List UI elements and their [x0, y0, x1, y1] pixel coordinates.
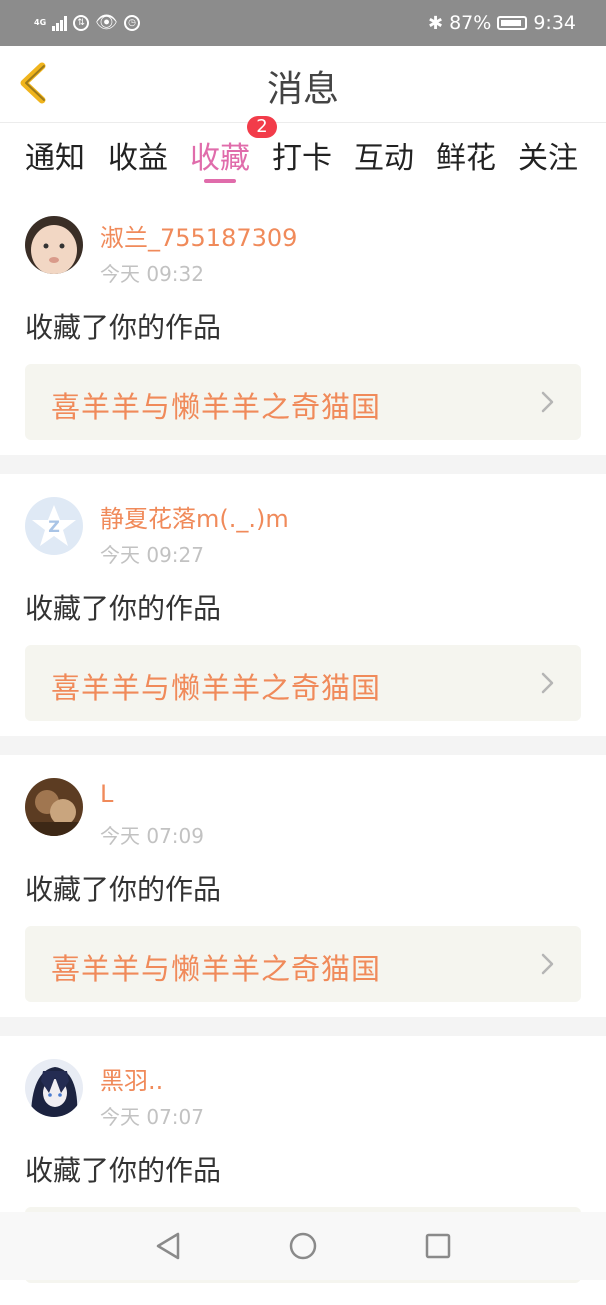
- square-recent-icon[interactable]: [418, 1228, 458, 1264]
- work-link[interactable]: 喜羊羊与懒羊羊之奇猫国: [25, 926, 581, 1002]
- message-text: 收藏了你的作品: [25, 592, 222, 625]
- work-title: 喜羊羊与懒羊羊之奇猫国: [51, 952, 382, 986]
- chevron-right-icon: [541, 953, 554, 975]
- message-card: 淑兰_755187309 今天 09:32 收藏了你的作品 喜羊羊与懒羊羊之奇猫…: [0, 200, 606, 462]
- message-time: 今天 09:32: [100, 262, 204, 286]
- avatar[interactable]: Z: [25, 497, 83, 555]
- triangle-back-icon[interactable]: [150, 1228, 190, 1264]
- user-avatar-image: [25, 778, 83, 836]
- tab-flowers[interactable]: 鲜花: [425, 133, 507, 177]
- favorites-badge: 2: [247, 116, 277, 138]
- username[interactable]: 静夏花落m(._.)m: [100, 499, 289, 534]
- chevron-right-icon: [541, 391, 554, 413]
- tab-earnings[interactable]: 收益: [97, 133, 179, 177]
- battery-percent: 87%: [449, 12, 492, 34]
- status-bar-left: 4G ⇅ 👁 ◷: [34, 12, 140, 33]
- tab-interactions[interactable]: 互动: [343, 133, 425, 177]
- circle-home-icon[interactable]: [283, 1228, 323, 1264]
- avatar[interactable]: [25, 216, 83, 274]
- message-time: 今天 09:27: [100, 543, 204, 567]
- signal-icon: [52, 15, 68, 31]
- card-divider: [0, 455, 606, 474]
- user-avatar-image: [25, 1059, 83, 1117]
- header: 消息: [0, 46, 606, 123]
- message-text: 收藏了你的作品: [25, 873, 222, 906]
- page-title: 消息: [266, 69, 339, 110]
- svg-text:Z: Z: [48, 517, 60, 536]
- message-time: 今天 07:09: [100, 824, 204, 848]
- bluetooth-icon: ✱: [428, 12, 444, 34]
- message-text: 收藏了你的作品: [25, 1154, 222, 1187]
- clock-time: 9:34: [533, 12, 576, 34]
- default-avatar-icon: Z: [25, 497, 83, 555]
- work-title: 喜羊羊与懒羊羊之奇猫国: [51, 390, 382, 424]
- username[interactable]: L: [100, 780, 113, 808]
- alarm-icon: ◷: [124, 14, 140, 31]
- message-card: Z 静夏花落m(._.)m 今天 09:27 收藏了你的作品 喜羊羊与懒羊羊之奇…: [0, 481, 606, 743]
- work-title: 喜羊羊与懒羊羊之奇猫国: [51, 671, 382, 705]
- avatar[interactable]: [25, 1059, 83, 1117]
- data-saver-icon: ⇅: [73, 14, 90, 31]
- chevron-right-icon: [541, 672, 554, 694]
- tab-following[interactable]: 关注: [507, 133, 589, 177]
- card-divider: [0, 736, 606, 755]
- avatar[interactable]: [25, 778, 83, 836]
- work-link[interactable]: 喜羊羊与懒羊羊之奇猫国: [25, 645, 581, 721]
- tab-favorites[interactable]: 收藏: [179, 133, 261, 177]
- tab-bar: 通知 收益 收藏 打卡 互动 鲜花 关注: [0, 123, 606, 191]
- username[interactable]: 淑兰_755187309: [100, 218, 297, 253]
- battery-icon: [497, 16, 528, 30]
- message-time: 今天 07:07: [100, 1105, 204, 1129]
- network-type: 4G: [34, 17, 47, 27]
- system-navigation-bar: [0, 1212, 606, 1280]
- user-avatar-image: [25, 216, 83, 274]
- work-link[interactable]: 喜羊羊与懒羊羊之奇猫国: [25, 364, 581, 440]
- status-bar-right: ✱ 87% 9:34: [428, 12, 576, 34]
- status-bar: 4G ⇅ 👁 ◷ ✱ 87% 9:34: [0, 0, 606, 46]
- username[interactable]: 黑羽..: [100, 1061, 163, 1096]
- message-text: 收藏了你的作品: [25, 311, 222, 344]
- eye-icon: 👁: [95, 12, 118, 33]
- active-tab-indicator: [204, 179, 236, 183]
- tab-checkin[interactable]: 打卡: [261, 133, 343, 177]
- tab-notifications[interactable]: 通知: [14, 133, 96, 177]
- message-card: L 今天 07:09 收藏了你的作品 喜羊羊与懒羊羊之奇猫国: [0, 762, 606, 1024]
- card-divider: [0, 1017, 606, 1036]
